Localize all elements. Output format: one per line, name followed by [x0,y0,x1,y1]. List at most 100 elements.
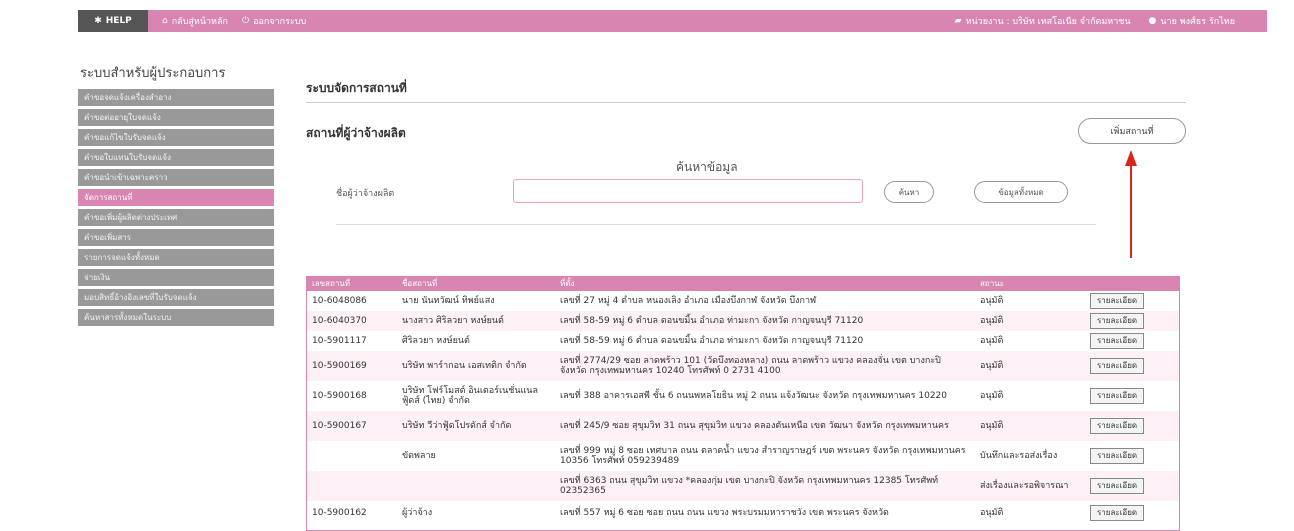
place-status: อนุมัติ [974,331,1084,351]
detail-button[interactable]: รายละเอียด [1090,333,1145,349]
place-status: อนุมัติ [974,411,1084,441]
gear-icon: ✱ [94,16,102,26]
user-menu[interactable]: ● นาย พงศ์ธร รักไทย [1149,14,1235,28]
place-name: บริษัท วีว่าฟู้ดโปรดักส์ จำกัด [396,411,554,441]
place-name: ศิริลวยา หงษ์ยนต์ [396,331,554,351]
user-label: นาย พงศ์ธร รักไทย [1160,17,1235,27]
home-icon: ⌂ [162,16,168,26]
sidebar-item-add-substance[interactable]: คำขอเพิ่มสาร [78,229,274,246]
place-address: เลขที่ 2774/29 ซอย ลาดพร้าว 101 (วัดบึงท… [554,351,974,381]
detail-button[interactable]: รายละเอียด [1090,388,1145,404]
table-row: ขัดพลาย เลขที่ 999 หมู่ 8 ซอย เทศบาล ถนน… [306,441,1180,471]
sidebar: ระบบสำหรับผู้ประกอบการ คำขอจดแจ้งเครื่อง… [78,62,274,329]
table-row: 10-6040370 นางสาว ศิริลวยา หงษ์ยนต์ เลขท… [306,311,1180,331]
search-heading: ค้นหาข้อมูล [676,160,738,174]
help-label: HELP [105,16,132,26]
place-status: อนุมัติ [974,501,1084,525]
sidebar-item-payment[interactable]: จ่ายเงิน [78,269,274,286]
place-address: เลขที่ 388 อาคารเอสพี ชั้น 6 ถนนพหลโยธิน… [554,381,974,411]
sidebar-item-all-notifications[interactable]: รายการจดแจ้งทั้งหมด [78,249,274,266]
sidebar-item-edit-notification[interactable]: คำขอแก้ไขใบรับจดแจ้ง [78,129,274,146]
place-address: เลขที่ 999 หมู่ 8 ซอย เทศบาล ถนน ตลาดน้ำ… [554,441,974,471]
table-row: 10-6048086 นาย นันทวัฒน์ ทิพย์แสง เลขที่… [306,291,1180,311]
agency-label: หน่วยงาน : บริษัท เทสโอเนีย จำกัดมหาชน [965,17,1131,27]
column-header-code: เลขสถานที่ [306,276,396,291]
place-code [306,441,396,471]
detail-button[interactable]: รายละเอียด [1090,478,1145,494]
place-address: เลขที่ 58-59 หมู่ 6 ตำบล ดอนขมิ้น อำเภอ … [554,311,974,331]
place-address: เลขที่ 27 หมู่ 4 ตำบล หนองเลิง อำเภอ เมื… [554,291,974,311]
sidebar-item-delegate-rights[interactable]: มอบสิทธิ์อ้างอิงเลขที่ใบรับจดแจ้ง [78,289,274,306]
place-code: 10-5900169 [306,351,396,381]
place-name [396,471,554,501]
table-row: 10-5900168 บริษัท โฟร์โมสต์ อินเตอร์เนชั… [306,381,1180,411]
place-code [306,471,396,501]
page-title: ระบบจัดการสถานที่ [306,81,407,95]
power-icon: ⏻ [241,16,250,26]
detail-button[interactable]: รายละเอียด [1090,313,1145,329]
title-divider [306,102,1186,103]
place-address: เลขที่ 245/9 ซอย สุขุมวิท 31 ถนน สุขุมวิ… [554,411,974,441]
section-title: สถานที่ผู้ว่าจ้างผลิต [306,126,406,140]
logout-label: ออกจากระบบ [253,17,307,27]
sidebar-item-cosmetic-notification[interactable]: คำขอจดแจ้งเครื่องสำอาง [78,89,274,106]
column-header-name: ชื่อสถานที่ [396,276,554,291]
column-header-address: ที่ตั้ง [554,276,974,291]
place-status: อนุมัติ [974,381,1084,411]
red-arrow-annotation [1125,150,1137,258]
show-all-button[interactable]: ข้อมูลทั้งหมด [974,181,1068,203]
sidebar-item-replacement[interactable]: คำขอใบแทนใบรับจดแจ้ง [78,149,274,166]
place-code: 10-5901117 [306,331,396,351]
home-link[interactable]: ⌂ กลับสู่หน้าหลัก [162,14,228,28]
detail-button[interactable]: รายละเอียด [1090,358,1145,374]
place-address: เลขที่ 6363 ถนน สุขุมวิท แขวง *คลองกุ่ม … [554,471,974,501]
place-name: ผู้ว่าจ้าง [396,501,554,525]
place-code: 10-5900162 [306,501,396,525]
detail-button[interactable]: รายละเอียด [1090,505,1145,521]
table-row: เลขที่ 6363 ถนน สุขุมวิท แขวง *คลองกุ่ม … [306,471,1180,501]
place-status: บันทึกและรอส่งเรื่อง [974,441,1084,471]
sidebar-title: ระบบสำหรับผู้ประกอบการ [80,66,226,81]
place-status: อนุมัติ [974,351,1084,381]
logout-link[interactable]: ⏻ ออกจากระบบ [242,14,306,28]
place-code: 10-6048086 [306,291,396,311]
place-status: อนุมัติ [974,311,1084,331]
place-name: นางสาว ศิริลวยา หงษ์ยนต์ [396,311,554,331]
agency-info: ▰ หน่วยงาน : บริษัท เทสโอเนีย จำกัดมหาชน [955,14,1131,28]
table-row: 10-5901117 ศิริลวยา หงษ์ยนต์ เลขที่ 58-5… [306,331,1180,351]
user-icon: ● [1148,16,1157,26]
place-name: นาย นันทวัฒน์ ทิพย์แสง [396,291,554,311]
help-button[interactable]: ✱ HELP [78,10,148,32]
place-status: อนุมัติ [974,291,1084,311]
employer-search-input[interactable] [513,179,863,203]
table-row: 10-5900167 บริษัท วีว่าฟู้ดโปรดักส์ จำกั… [306,411,1180,441]
sidebar-item-renewal[interactable]: คำขอต่ออายุใบจดแจ้ง [78,109,274,126]
building-icon: ▰ [954,16,962,26]
place-code: 10-5900168 [306,381,396,411]
column-header-status: สถานะ [974,276,1084,291]
search-divider [336,224,1096,225]
sidebar-item-temporary-import[interactable]: คำขอนำเข้าเฉพาะคราว [78,169,274,186]
sidebar-item-manage-places[interactable]: จัดการสถานที่ [78,189,274,206]
search-button[interactable]: ค้นหา [884,181,934,203]
place-code: 10-5900167 [306,411,396,441]
add-place-button[interactable]: เพิ่มสถานที่ [1078,118,1186,144]
table-row: 10-5900169 บริษัท พาร์ากอน เอสเทติก จำกั… [306,351,1180,381]
search-label: ชื่อผู้ว่าจ้างผลิต [336,189,395,199]
place-address: เลขที่ 557 หมู่ 6 ซอย ซอย ถนน ถนน แขวง พ… [554,501,974,525]
detail-button[interactable]: รายละเอียด [1090,418,1145,434]
sidebar-item-foreign-manufacturer[interactable]: คำขอเพิ่มผู้ผลิตต่างประเทศ [78,209,274,226]
sidebar-item-search-substances[interactable]: ค้นหาสารทั้งหมดในระบบ [78,309,274,326]
place-status: ส่งเรื่องและรอพิจารณา [974,471,1084,501]
place-name: บริษัท พาร์ากอน เอสเทติก จำกัด [396,351,554,381]
detail-button[interactable]: รายละเอียด [1090,448,1145,464]
table-row: 10-5900162 ผู้ว่าจ้าง เลขที่ 557 หมู่ 6 … [306,501,1180,525]
table-header-row: เลขสถานที่ ชื่อสถานที่ ที่ตั้ง สถานะ [306,276,1180,291]
place-code: 10-6040370 [306,311,396,331]
place-address: เลขที่ 58-59 หมู่ 6 ตำบล ดอนขมิ้น อำเภอ … [554,331,974,351]
top-navbar: ✱ HELP ⌂ กลับสู่หน้าหลัก ⏻ ออกจากระบบ ▰ … [78,10,1267,32]
place-name: ขัดพลาย [396,441,554,471]
places-table: เลขสถานที่ ชื่อสถานที่ ที่ตั้ง สถานะ 10-… [306,276,1180,531]
place-name: บริษัท โฟร์โมสต์ อินเตอร์เนชั่นแนล ฟู้ดส… [396,381,554,411]
detail-button[interactable]: รายละเอียด [1090,293,1145,309]
